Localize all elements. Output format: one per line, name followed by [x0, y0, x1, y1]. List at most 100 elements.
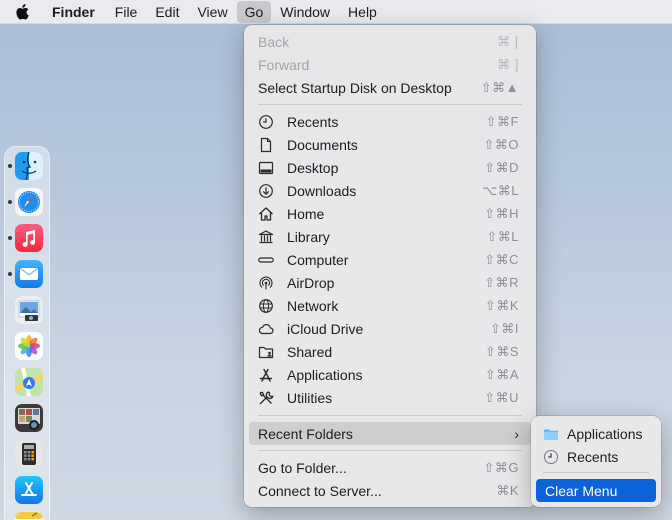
menu-item-label: Desktop [287, 159, 339, 176]
menu-item-network[interactable]: Network ⇧⌘K [249, 294, 531, 317]
shortcut-label: ⌘ [ [497, 33, 519, 49]
menu-view[interactable]: View [188, 0, 236, 24]
menu-edit[interactable]: Edit [146, 0, 188, 24]
menu-item-label: Documents [287, 136, 358, 153]
safari-icon[interactable] [15, 188, 43, 216]
menu-item-airdrop[interactable]: AirDrop ⇧⌘R [249, 271, 531, 294]
menu-item-label: Downloads [287, 182, 357, 199]
menu-item-forward[interactable]: Forward ⌘ ] [249, 53, 531, 76]
menu-item-label: Clear Menu [545, 482, 618, 499]
menu-item-label: AirDrop [287, 274, 335, 291]
menu-item-label: iCloud Drive [287, 320, 364, 337]
menu-item-downloads[interactable]: Downloads ⌥⌘L [249, 179, 531, 202]
running-indicator [8, 164, 12, 168]
go-menu: Back ⌘ [ Forward ⌘ ] Select Startup Disk… [244, 25, 536, 507]
menu-finder[interactable]: Finder [44, 0, 106, 24]
shortcut-label: ⇧⌘D [484, 159, 519, 175]
icloud-icon [258, 320, 278, 338]
mail-icon[interactable] [15, 260, 43, 288]
recent-folder-applications[interactable]: Applications [536, 422, 656, 445]
menu-item-computer[interactable]: Computer ⇧⌘C [249, 248, 531, 271]
shortcut-label: ⇧⌘I [489, 320, 519, 336]
running-indicator [8, 236, 12, 240]
chevron-right-icon: › [514, 425, 519, 442]
menu-item-connect-to-server[interactable]: Connect to Server... ⌘K [249, 479, 531, 502]
calculator-icon[interactable] [15, 440, 43, 468]
folder-icon [543, 425, 563, 443]
running-indicator [8, 200, 12, 204]
menu-item-label: Forward [258, 56, 310, 73]
menu-item-icloud-drive[interactable]: iCloud Drive ⇧⌘I [249, 317, 531, 340]
menu-separator [258, 450, 522, 451]
utilities-icon [258, 389, 278, 407]
menu-separator [258, 415, 522, 416]
menu-item-label: Computer [287, 251, 349, 268]
menu-item-select-startup-disk[interactable]: Select Startup Disk on Desktop ⇧⌘▲ [249, 76, 531, 99]
image-capture-icon[interactable] [15, 404, 43, 432]
menu-bar: Finder File Edit View Go Window Help [0, 0, 672, 24]
menu-go[interactable]: Go [236, 1, 272, 23]
shortcut-label: ⇧⌘C [484, 251, 519, 267]
menu-item-label: Home [287, 205, 325, 222]
document-icon [258, 136, 278, 154]
menu-item-back[interactable]: Back ⌘ [ [249, 30, 531, 53]
menu-file[interactable]: File [106, 0, 147, 24]
menu-item-documents[interactable]: Documents ⇧⌘O [249, 133, 531, 156]
photos-icon[interactable] [15, 332, 43, 360]
clear-menu-button[interactable]: Clear Menu [536, 479, 656, 502]
menu-separator [543, 472, 649, 473]
menu-item-library[interactable]: Library ⇧⌘L [249, 225, 531, 248]
menu-item-label: Shared [287, 343, 333, 360]
running-indicator [8, 272, 12, 276]
shortcut-label: ⇧⌘F [485, 113, 519, 129]
menu-item-applications[interactable]: Applications ⇧⌘A [249, 363, 531, 386]
menu-item-label: Library [287, 228, 330, 245]
apple-logo-icon[interactable] [0, 0, 44, 24]
menu-item-home[interactable]: Home ⇧⌘H [249, 202, 531, 225]
menu-item-label: Applications [567, 425, 643, 442]
shared-folder-icon [258, 343, 278, 361]
menu-item-label: Back [258, 33, 290, 50]
menu-item-recent-folders[interactable]: Recent Folders › [249, 422, 531, 445]
shortcut-label: ⇧⌘K [484, 297, 519, 313]
menu-help[interactable]: Help [339, 0, 386, 24]
menu-item-label: Recents [287, 113, 339, 130]
app-store-icon[interactable] [15, 476, 43, 504]
applications-icon [258, 366, 278, 384]
recent-folders-submenu: Applications Recents Clear Menu [531, 416, 661, 507]
menu-item-go-to-folder[interactable]: Go to Folder... ⇧⌘G [249, 456, 531, 479]
computer-icon [258, 251, 278, 269]
menu-window[interactable]: Window [271, 0, 339, 24]
menu-item-label: Applications [287, 366, 363, 383]
menu-item-recents[interactable]: Recents ⇧⌘F [249, 110, 531, 133]
shortcut-label: ⇧⌘L [486, 228, 519, 244]
menu-item-label: Recent Folders [258, 425, 353, 442]
finder-icon[interactable] [15, 152, 43, 180]
menu-item-label: Network [287, 297, 339, 314]
shortcut-label: ⌘ ] [497, 56, 519, 72]
shortcut-label: ⌥⌘L [482, 182, 519, 198]
desktop-icon [258, 159, 278, 177]
menu-item-shared[interactable]: Shared ⇧⌘S [249, 340, 531, 363]
airdrop-icon [258, 274, 278, 292]
shortcut-label: ⇧⌘A [484, 366, 519, 382]
shortcut-label: ⇧⌘U [484, 389, 519, 405]
menu-item-label: Utilities [287, 389, 333, 406]
shortcut-label: ⇧⌘S [484, 343, 519, 359]
home-icon [258, 205, 278, 223]
preview-icon[interactable] [15, 296, 43, 324]
menu-item-desktop[interactable]: Desktop ⇧⌘D [249, 156, 531, 179]
maps-icon[interactable] [15, 368, 43, 396]
shortcut-label: ⇧⌘▲ [480, 79, 519, 95]
shortcut-label: ⇧⌘R [484, 274, 519, 290]
menu-item-label: Select Startup Disk on Desktop [258, 79, 452, 96]
menu-item-label: Go to Folder... [258, 459, 347, 476]
notes-icon[interactable] [15, 512, 43, 520]
music-icon[interactable] [15, 224, 43, 252]
clock-icon [258, 113, 278, 131]
library-icon [258, 228, 278, 246]
menu-separator [258, 104, 522, 105]
recent-folder-recents[interactable]: Recents [536, 445, 656, 468]
menu-item-label: Connect to Server... [258, 482, 382, 499]
menu-item-utilities[interactable]: Utilities ⇧⌘U [249, 386, 531, 409]
